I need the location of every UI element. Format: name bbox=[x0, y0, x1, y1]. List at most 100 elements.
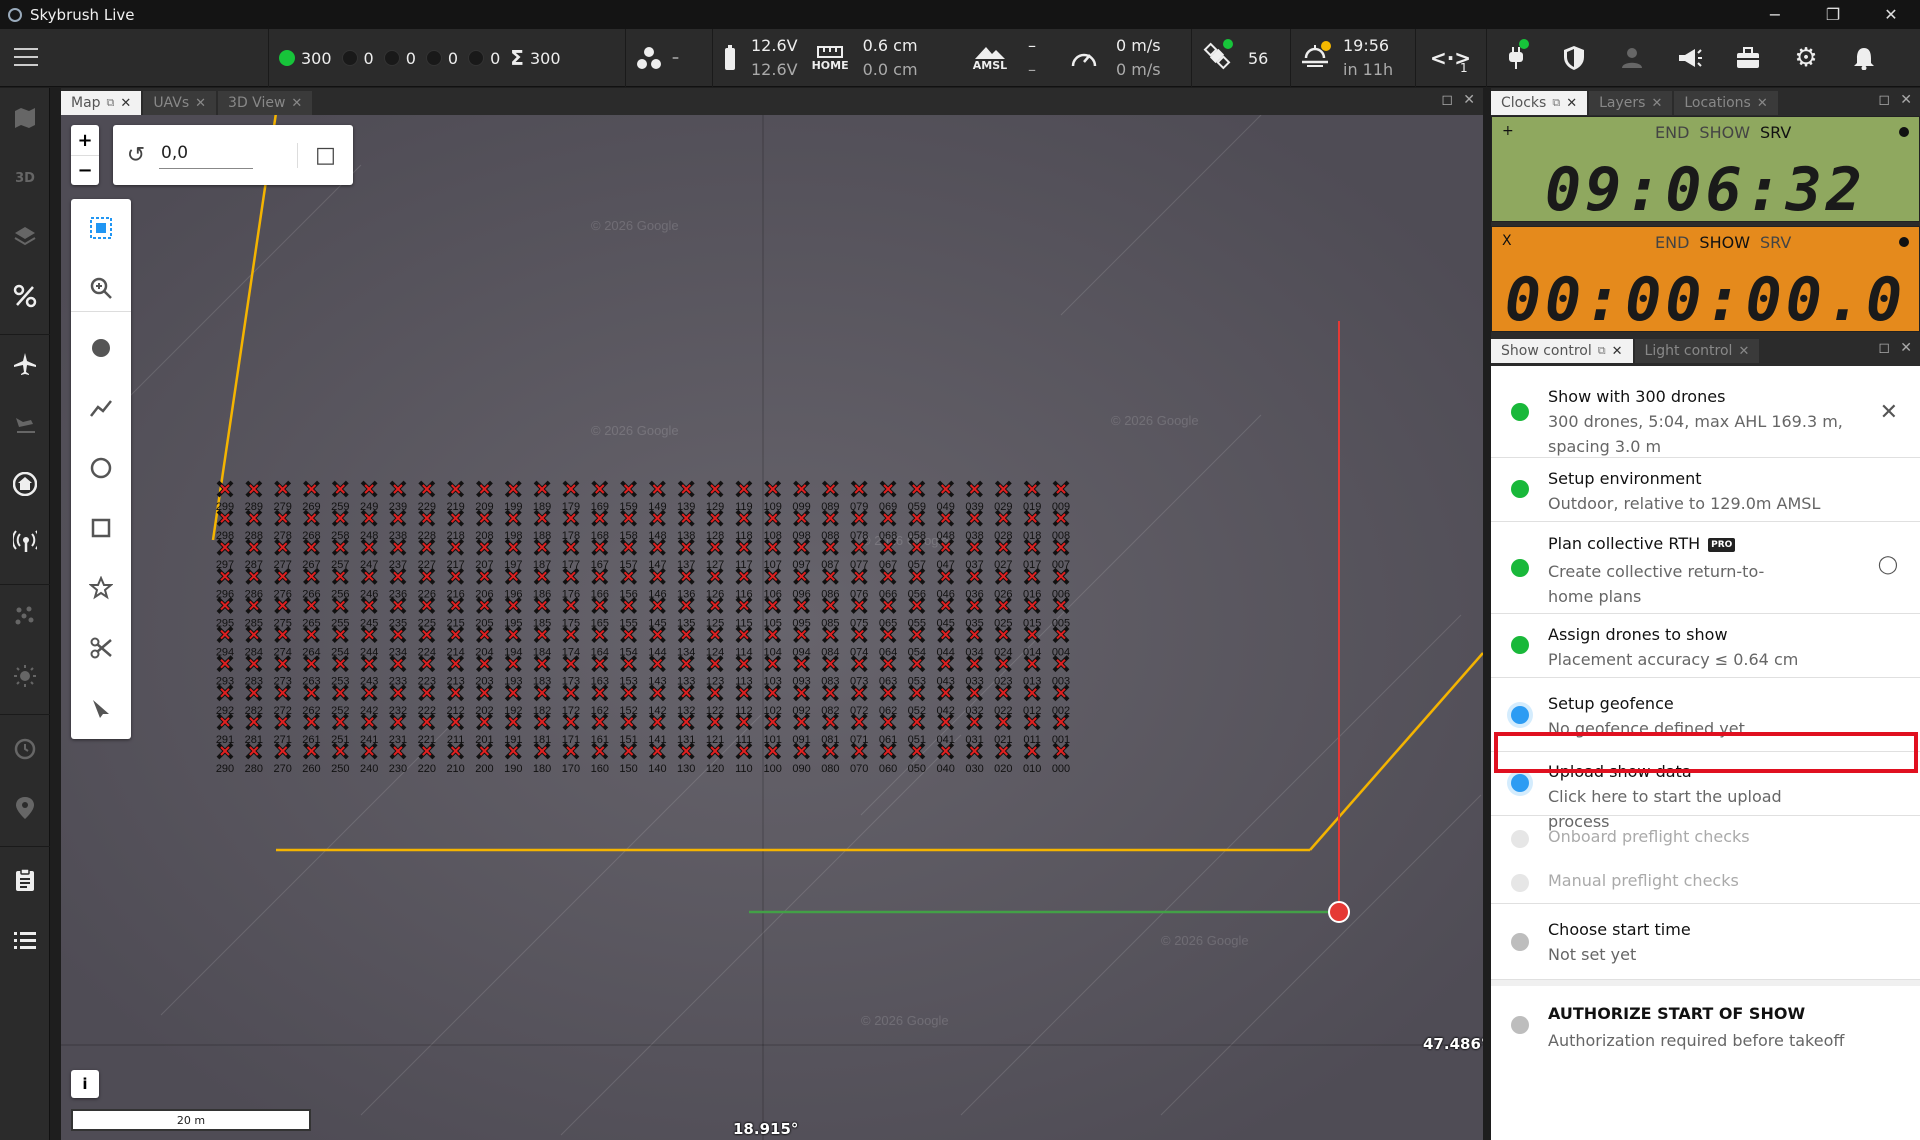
map-canvas[interactable]: © 2026 Google © 2026 Google © 2026 Googl… bbox=[61, 115, 1483, 1140]
step-authorize[interactable]: AUTHORIZE START OF SHOW Authorization re… bbox=[1491, 986, 1920, 1066]
drone-id-label: 220 bbox=[418, 763, 436, 775]
tab-layers[interactable]: Layers ✕ bbox=[1589, 91, 1673, 115]
minimize-button[interactable]: − bbox=[1746, 0, 1804, 29]
sidebar-map-icon[interactable] bbox=[13, 106, 37, 130]
zoom-out-button[interactable]: − bbox=[71, 155, 99, 185]
close-panel-icon[interactable]: ✕ bbox=[1900, 92, 1912, 108]
step-collective-rth[interactable]: Plan collective RTH PRO Create collective… bbox=[1491, 522, 1920, 614]
close-panel-icon[interactable]: ✕ bbox=[1900, 340, 1912, 356]
cluster-icon bbox=[637, 47, 661, 69]
close-icon[interactable]: ✕ bbox=[1880, 400, 1898, 425]
draw-circle-icon[interactable] bbox=[71, 443, 131, 493]
show-clock[interactable]: X END SHOW SRV 00:00:00.0 bbox=[1491, 226, 1920, 335]
close-icon[interactable]: ✕ bbox=[195, 96, 206, 111]
draw-point-icon[interactable] bbox=[71, 323, 131, 373]
close-icon[interactable]: ✕ bbox=[1566, 96, 1577, 111]
step-title: Show with 300 drones bbox=[1548, 387, 1726, 406]
menu-icon[interactable] bbox=[14, 48, 38, 68]
tab-map[interactable]: Map ⧉ ✕ bbox=[61, 91, 142, 115]
clock-opt-end[interactable]: END bbox=[1655, 233, 1689, 252]
user-icon[interactable] bbox=[1603, 29, 1661, 87]
edit-tool-icon[interactable] bbox=[71, 683, 131, 733]
scale-bar: 20 m bbox=[71, 1109, 311, 1131]
fit-view-icon[interactable]: □ bbox=[297, 142, 353, 168]
sidebar-beacon-icon[interactable] bbox=[13, 530, 37, 554]
sunset-indicator[interactable]: 19:56 in 11h bbox=[1290, 29, 1414, 87]
telemetry-summary[interactable]: 12.6V 12.6V HOME 0.6 cm 0.0 cm bbox=[712, 29, 974, 87]
close-icon[interactable]: ✕ bbox=[291, 96, 302, 111]
bell-icon[interactable] bbox=[1835, 29, 1893, 87]
close-button[interactable]: ✕ bbox=[1862, 0, 1920, 29]
zoom-in-button[interactable]: + bbox=[71, 125, 99, 155]
sidebar-3d-icon[interactable]: 3D bbox=[13, 166, 37, 190]
sidebar-layers-icon[interactable] bbox=[13, 224, 37, 248]
step-environment[interactable]: Setup environment Outdoor, relative to 1… bbox=[1491, 458, 1920, 522]
clock-opt-show[interactable]: SHOW bbox=[1699, 233, 1750, 252]
map-view[interactable]: © 2026 Google © 2026 Google © 2026 Googl… bbox=[61, 115, 1483, 1140]
origin-marker[interactable] bbox=[1328, 901, 1350, 923]
sidebar-alarm-icon[interactable] bbox=[13, 736, 37, 760]
maximize-panel-icon[interactable]: ◻ bbox=[1878, 340, 1890, 356]
info-button[interactable]: i bbox=[71, 1070, 99, 1098]
gear-icon[interactable]: ⚙ bbox=[1777, 29, 1835, 87]
draw-polygon-icon[interactable] bbox=[71, 563, 131, 613]
plug-icon[interactable] bbox=[1487, 29, 1545, 87]
close-panel-icon[interactable]: ✕ bbox=[1463, 92, 1475, 108]
tab-locations[interactable]: Locations ✕ bbox=[1674, 91, 1778, 115]
close-icon[interactable]: ✕ bbox=[120, 96, 131, 111]
zoom-tool-icon[interactable] bbox=[71, 263, 131, 313]
rotate-icon[interactable]: ↺ bbox=[113, 143, 159, 168]
close-icon[interactable]: ✕ bbox=[1612, 344, 1623, 359]
title-bar: Skybrush Live − ❐ ✕ bbox=[0, 0, 1920, 29]
draw-rectangle-icon[interactable] bbox=[71, 503, 131, 553]
clock-opt-srv[interactable]: SRV bbox=[1760, 123, 1791, 142]
sidebar-location-icon[interactable] bbox=[13, 796, 37, 820]
sidebar-swarm-icon[interactable] bbox=[13, 604, 37, 628]
tab-uavs[interactable]: UAVs ✕ bbox=[143, 91, 217, 115]
clock-opt-show[interactable]: SHOW bbox=[1699, 123, 1750, 142]
draw-path-icon[interactable] bbox=[71, 383, 131, 433]
step-show[interactable]: Show with 300 drones 300 drones, 5:04, m… bbox=[1491, 366, 1920, 458]
close-icon[interactable]: ✕ bbox=[1738, 344, 1749, 359]
tab-show-control[interactable]: Show control ⧉ ✕ bbox=[1491, 339, 1633, 363]
toolbox-icon[interactable] bbox=[1719, 29, 1777, 87]
tab-light-control[interactable]: Light control ✕ bbox=[1634, 339, 1760, 363]
sidebar-uavs-icon[interactable] bbox=[13, 352, 37, 376]
sidebar-landing-icon[interactable] bbox=[13, 412, 37, 436]
uav-status-counts[interactable]: 300 0 0 0 0 Σ 300 bbox=[268, 29, 624, 87]
clock-opt-srv[interactable]: SRV bbox=[1760, 233, 1791, 252]
close-icon[interactable]: ✕ bbox=[1757, 96, 1768, 111]
more-options-icon[interactable]: ◯ bbox=[1878, 554, 1898, 575]
maximize-panel-icon[interactable]: ◻ bbox=[1441, 92, 1453, 108]
clock-opt-end[interactable]: END bbox=[1655, 123, 1689, 142]
popout-icon[interactable]: ⧉ bbox=[1552, 96, 1560, 110]
sidebar-list-icon[interactable] bbox=[13, 928, 37, 952]
watermark: © 2026 Google bbox=[1111, 413, 1199, 428]
count-active: 300 bbox=[301, 48, 332, 68]
step-assign-drones[interactable]: Assign drones to show Placement accuracy… bbox=[1491, 614, 1920, 678]
cluster-indicator[interactable]: – bbox=[625, 29, 711, 87]
rotation-input[interactable]: 0,0 bbox=[159, 141, 253, 169]
sidebar-show-icon[interactable] bbox=[13, 284, 37, 308]
maximize-button[interactable]: ❐ bbox=[1804, 0, 1862, 29]
server-clock[interactable]: + END SHOW SRV 09:06:32 bbox=[1491, 116, 1920, 225]
select-tool-icon[interactable] bbox=[71, 203, 131, 253]
close-icon[interactable]: ✕ bbox=[1651, 96, 1662, 111]
sidebar-checklist-icon[interactable] bbox=[13, 868, 37, 892]
rtk-indicator[interactable]: 56 bbox=[1191, 29, 1289, 87]
maximize-panel-icon[interactable]: ◻ bbox=[1878, 92, 1890, 108]
drone-id-label: 270 bbox=[273, 763, 291, 775]
megaphone-icon[interactable] bbox=[1661, 29, 1719, 87]
cut-tool-icon[interactable] bbox=[71, 623, 131, 673]
tab-3d-view[interactable]: 3D View ✕ bbox=[218, 91, 313, 115]
tab-clocks[interactable]: Clocks ⧉ ✕ bbox=[1491, 91, 1588, 115]
sidebar-home-icon[interactable] bbox=[13, 472, 37, 496]
speed-indicator[interactable]: 0 m/s 0 m/s bbox=[1060, 29, 1190, 87]
sidebar-lights-icon[interactable] bbox=[13, 664, 37, 688]
shield-icon[interactable] bbox=[1545, 29, 1603, 87]
popout-icon[interactable]: ⧉ bbox=[1598, 344, 1606, 358]
popout-icon[interactable]: ⧉ bbox=[107, 96, 115, 110]
step-start-time[interactable]: Choose start time Not set yet bbox=[1491, 904, 1920, 980]
connections-indicator[interactable]: <·> 1 bbox=[1415, 29, 1485, 87]
amsl-indicator[interactable]: AMSL bbox=[945, 29, 1035, 87]
